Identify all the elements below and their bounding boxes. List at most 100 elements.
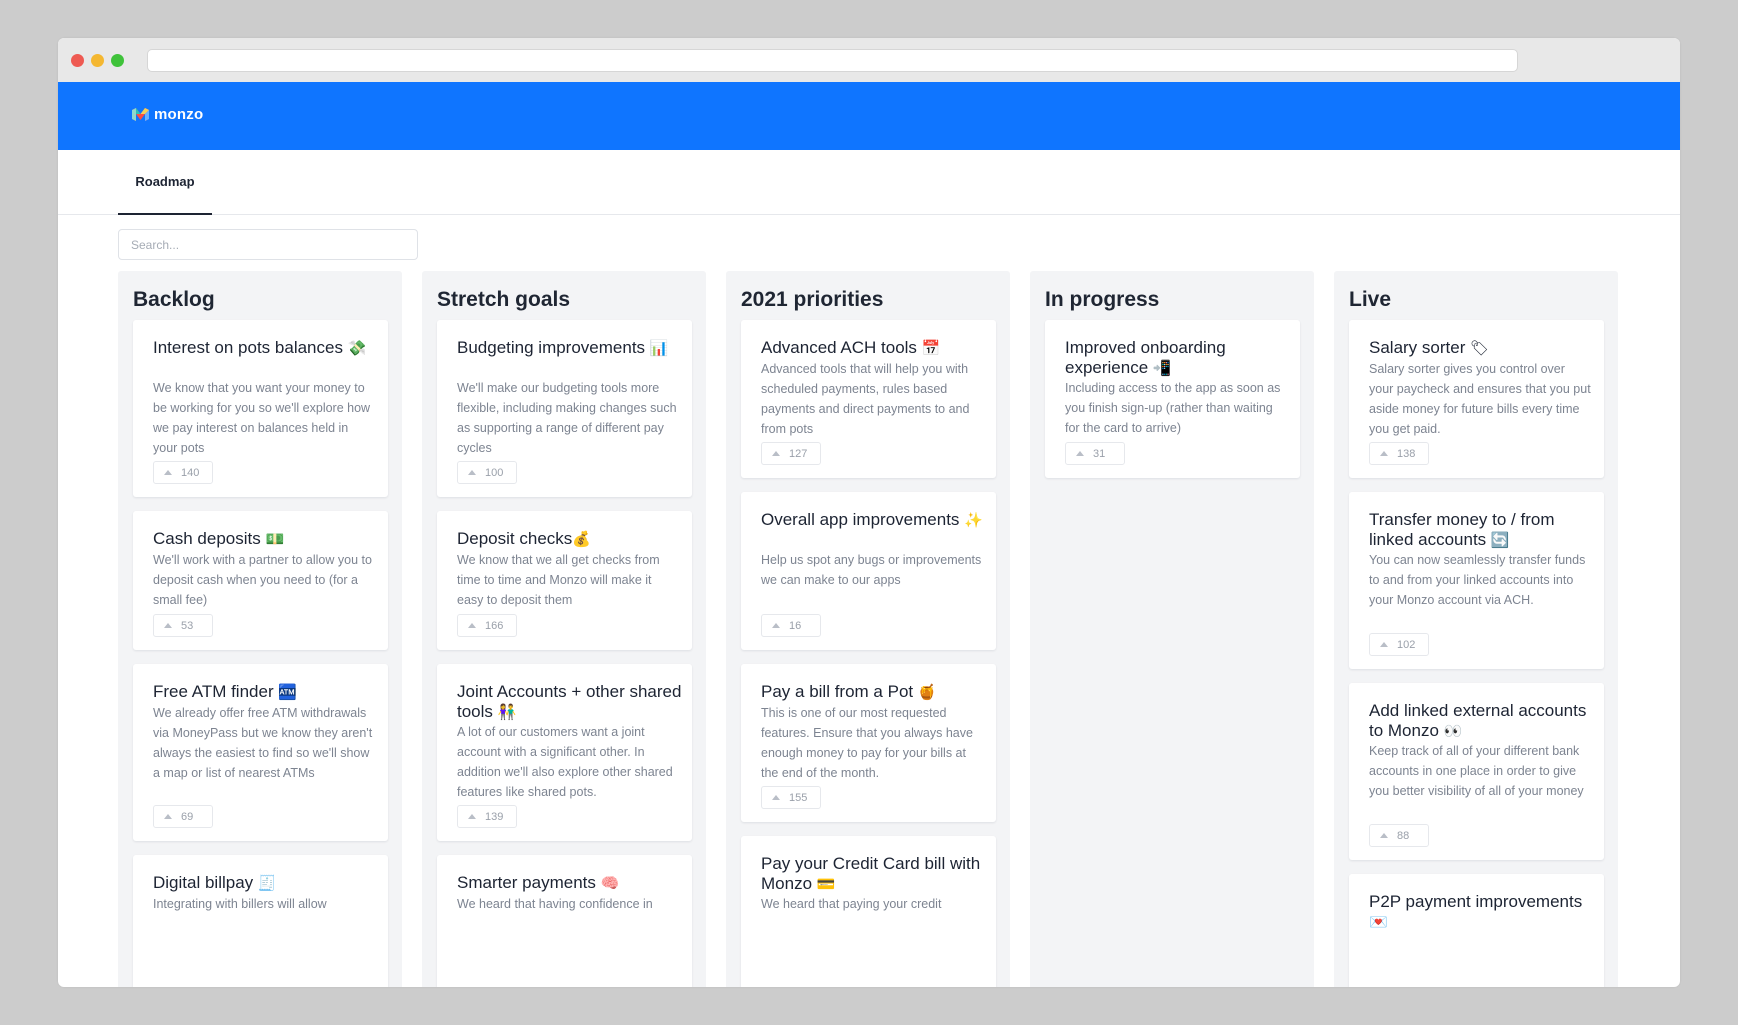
- money-with-wings-icon: 💸: [347, 340, 367, 357]
- vote-count: 139: [485, 810, 504, 823]
- card-salary-sorter[interactable]: Salary sorter 🏷 Salary sorter gives you …: [1349, 320, 1604, 478]
- card-description: We heard that having confidence in: [457, 897, 653, 911]
- upvote-button[interactable]: 155: [761, 786, 821, 809]
- card-title: Digital billpay 🧾: [153, 873, 277, 892]
- card-title: Overall app improvements ✨: [761, 510, 983, 529]
- card-title: Budgeting improvements 📊: [457, 338, 669, 357]
- label-tag-icon: 🏷: [1470, 340, 1490, 357]
- card-free-atm-finder[interactable]: Free ATM finder 🏧 We already offer free …: [133, 664, 388, 841]
- upvote-button[interactable]: 138: [1369, 442, 1429, 465]
- column-title: Live: [1349, 288, 1392, 311]
- tab-bar: Roadmap: [58, 150, 1680, 215]
- card-description: You can now seamlessly transfer funds to…: [1369, 553, 1586, 607]
- tab-roadmap[interactable]: Roadmap: [118, 150, 212, 215]
- bar-chart-icon: 📊: [649, 340, 669, 357]
- card-joint-accounts[interactable]: Joint Accounts + other shared tools 👫 A …: [437, 664, 692, 841]
- upvote-arrow-icon: [164, 470, 172, 475]
- close-window-button[interactable]: [71, 54, 84, 67]
- card-title: Pay your Credit Card bill with Monzo 💳: [761, 854, 981, 893]
- upvote-button[interactable]: 16: [761, 614, 821, 637]
- column-2021-priorities: 2021 priorities Advanced ACH tools 📅 Adv…: [726, 271, 1010, 987]
- sparkles-icon: ✨: [964, 512, 983, 529]
- card-add-linked-external-accounts[interactable]: Add linked external accounts to Monzo 👀 …: [1349, 683, 1604, 860]
- vote-count: 100: [485, 466, 504, 479]
- address-bar[interactable]: [147, 49, 1518, 72]
- card-title: Smarter payments 🧠: [457, 873, 620, 892]
- dollar-banknote-icon: 💵: [265, 531, 285, 548]
- card-p2p-payment-improvements[interactable]: P2P payment improvements 💌: [1349, 874, 1604, 987]
- upvote-button[interactable]: 69: [153, 805, 213, 828]
- card-description: Help us spot any bugs or improvements we…: [761, 553, 982, 587]
- card-transfer-money-linked-accounts[interactable]: Transfer money to / from linked accounts…: [1349, 492, 1604, 669]
- upvote-arrow-icon: [1380, 451, 1388, 456]
- card-title: Advanced ACH tools 📅: [761, 338, 941, 357]
- card-pay-credit-card-bill[interactable]: Pay your Credit Card bill with Monzo 💳 W…: [741, 836, 996, 987]
- card-title: Salary sorter 🏷: [1369, 338, 1490, 357]
- vote-count: 69: [181, 810, 194, 823]
- column-backlog: Backlog Interest on pots balances 💸 We k…: [118, 271, 402, 987]
- minimize-window-button[interactable]: [91, 54, 104, 67]
- vote-count: 127: [789, 447, 808, 460]
- upvote-arrow-icon: [468, 814, 476, 819]
- column-in-progress: In progress Improved onboarding experien…: [1030, 271, 1314, 987]
- monzo-logo[interactable]: monzo: [132, 106, 203, 123]
- card-title: P2P payment improvements 💌: [1369, 892, 1583, 931]
- upvote-button[interactable]: 166: [457, 614, 517, 637]
- vote-count: 166: [485, 619, 504, 632]
- card-overall-app-improvements[interactable]: Overall app improvements ✨ Help us spot …: [741, 492, 996, 650]
- card-title: Deposit checks💰: [457, 529, 591, 548]
- upvote-arrow-icon: [468, 623, 476, 628]
- card-improved-onboarding-experience[interactable]: Improved onboarding experience 📲 Includi…: [1045, 320, 1300, 478]
- vote-count: 138: [1397, 447, 1416, 460]
- card-cash-deposits[interactable]: Cash deposits 💵 We'll work with a partne…: [133, 511, 388, 650]
- upvote-button[interactable]: 88: [1369, 824, 1429, 847]
- upvote-arrow-icon: [164, 814, 172, 819]
- upvote-button[interactable]: 140: [153, 461, 213, 484]
- search-input[interactable]: [118, 229, 418, 260]
- upvote-arrow-icon: [1076, 451, 1084, 456]
- upvote-arrow-icon: [772, 451, 780, 456]
- card-description: We know that you want your money to be w…: [153, 381, 371, 455]
- upvote-button[interactable]: 53: [153, 614, 213, 637]
- card-smarter-payments[interactable]: Smarter payments 🧠 We heard that having …: [437, 855, 692, 987]
- card-deposit-checks[interactable]: Deposit checks💰 We know that we all get …: [437, 511, 692, 650]
- upvote-arrow-icon: [164, 623, 172, 628]
- upvote-button[interactable]: 100: [457, 461, 517, 484]
- card-description: We heard that paying your credit: [761, 897, 942, 911]
- upvote-arrow-icon: [1380, 642, 1388, 647]
- honey-pot-icon: 🍯: [917, 684, 937, 701]
- card-interest-on-pots-balances[interactable]: Interest on pots balances 💸 We know that…: [133, 320, 388, 497]
- card-title: Add linked external accounts to Monzo 👀: [1369, 701, 1587, 740]
- vote-count: 88: [1397, 829, 1410, 842]
- love-letter-icon: 💌: [1369, 914, 1388, 931]
- card-description: Keep track of all of your different bank…: [1369, 744, 1584, 798]
- upvote-button[interactable]: 31: [1065, 442, 1125, 465]
- atm-icon: 🏧: [278, 684, 298, 701]
- card-budgeting-improvements[interactable]: Budgeting improvements 📊 We'll make our …: [437, 320, 692, 497]
- card-description: This is one of our most requested featur…: [761, 706, 973, 780]
- browser-chrome: [58, 38, 1680, 82]
- mobile-phone-arrow-icon: 📲: [1152, 360, 1172, 377]
- vote-count: 155: [789, 791, 808, 804]
- card-title: Improved onboarding experience 📲: [1065, 338, 1226, 377]
- card-advanced-ach-tools[interactable]: Advanced ACH tools 📅 Advanced tools that…: [741, 320, 996, 478]
- upvote-button[interactable]: 127: [761, 442, 821, 465]
- column-title: In progress: [1045, 288, 1160, 311]
- card-title: Transfer money to / from linked accounts…: [1369, 510, 1555, 549]
- card-pay-a-bill-from-a-pot[interactable]: Pay a bill from a Pot 🍯 This is one of o…: [741, 664, 996, 822]
- card-description: Advanced tools that will help you with s…: [761, 362, 970, 436]
- vote-count: 53: [181, 619, 194, 632]
- vote-count: 140: [181, 466, 200, 479]
- card-digital-billpay[interactable]: Digital billpay 🧾 Integrating with bille…: [133, 855, 388, 987]
- maximize-window-button[interactable]: [111, 54, 124, 67]
- card-title: Joint Accounts + other shared tools 👫: [457, 682, 682, 721]
- vote-count: 102: [1397, 638, 1416, 651]
- upvote-button[interactable]: 139: [457, 805, 517, 828]
- card-description: We already offer free ATM withdrawals vi…: [153, 706, 373, 780]
- upvote-arrow-icon: [772, 623, 780, 628]
- upvote-arrow-icon: [1380, 833, 1388, 838]
- upvote-button[interactable]: 102: [1369, 633, 1429, 656]
- column-stretch-goals: Stretch goals Budgeting improvements 📊 W…: [422, 271, 706, 987]
- arrows-cycle-icon: 🔄: [1490, 532, 1510, 549]
- couple-icon: 👫: [497, 704, 517, 721]
